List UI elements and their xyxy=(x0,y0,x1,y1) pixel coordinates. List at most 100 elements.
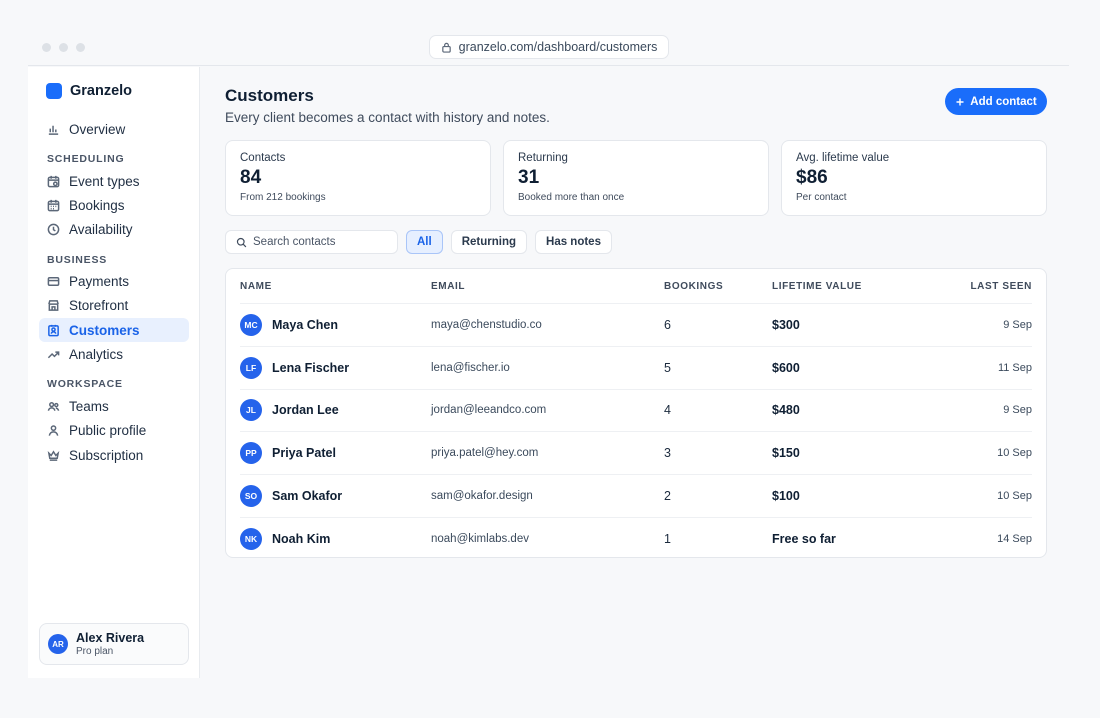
main-content: Customers Every client becomes a contact… xyxy=(225,86,1047,558)
customer-name[interactable]: Noah Kim xyxy=(272,532,330,546)
section-label-workspace: WORKSPACE xyxy=(47,378,123,391)
users-icon xyxy=(47,402,60,411)
table-row[interactable]: PP Priya Patel priya.patel@hey.com 3 $15… xyxy=(240,431,1032,474)
sidebar-item-label: Analytics xyxy=(69,346,124,362)
section-label-scheduling: SCHEDULING xyxy=(47,153,125,165)
customer-email: priya.patel@hey.com xyxy=(431,447,539,460)
customer-name[interactable]: Maya Chen xyxy=(272,318,338,332)
sidebar-item-label: Bookings xyxy=(69,197,125,213)
clock-icon xyxy=(47,223,60,236)
customer-bookings: 4 xyxy=(664,403,671,418)
filter-chip-all[interactable]: All xyxy=(406,230,443,254)
customer-email: sam@okafor.design xyxy=(431,490,533,503)
sidebar-item-public-profile[interactable]: Public profile xyxy=(39,419,189,443)
filter-chip-returning[interactable]: Returning xyxy=(450,230,528,254)
sidebar-item-event-types[interactable]: Event types xyxy=(39,169,189,193)
calendar-clock-icon xyxy=(47,175,60,187)
sidebar-item-teams[interactable]: Teams xyxy=(39,394,189,418)
customer-cell: NK Noah Kim xyxy=(240,527,330,550)
address-bar[interactable]: granzelo.com/dashboard/customers xyxy=(429,35,669,59)
add-contact-button[interactable]: Add contact xyxy=(945,88,1047,115)
sidebar-item-label: Payments xyxy=(69,274,130,290)
search-input[interactable] xyxy=(253,236,393,248)
filter-chip-has-notes[interactable]: Has notes xyxy=(535,230,612,254)
column-header-lifetime-value[interactable]: LIFETIME VALUE xyxy=(772,281,862,292)
customer-cell: LF Lena Fischer xyxy=(240,356,349,379)
column-header-last-seen[interactable]: LAST SEEN xyxy=(970,281,1032,292)
lock-icon xyxy=(441,42,451,53)
table-row[interactable]: JL Jordan Lee jordan@leeandco.com 4 $480… xyxy=(240,388,1032,432)
stat-card-lifetime-value: Avg. lifetime value $86 Per contact xyxy=(781,140,1047,216)
customer-bookings: 5 xyxy=(664,360,671,375)
customer-cell: PP Priya Patel xyxy=(240,442,336,465)
window-dot[interactable] xyxy=(76,43,85,52)
window-dot[interactable] xyxy=(59,43,68,52)
credit-card-icon xyxy=(47,277,60,287)
avatar: MC xyxy=(240,313,262,336)
customer-name[interactable]: Priya Patel xyxy=(272,446,336,460)
customer-name[interactable]: Lena Fischer xyxy=(272,361,349,375)
customer-lifetime-value: $300 xyxy=(772,317,800,332)
stat-label: Contacts xyxy=(240,152,286,164)
user-info: Alex Rivera Pro plan xyxy=(76,631,144,657)
sidebar-item-label: Teams xyxy=(69,398,109,414)
customer-email: noah@kimlabs.dev xyxy=(431,532,529,545)
customer-lifetime-value: $480 xyxy=(772,403,800,418)
customer-bookings: 1 xyxy=(664,531,671,546)
customer-last-seen: 9 Sep xyxy=(1003,404,1032,417)
user-card[interactable]: AR Alex Rivera Pro plan xyxy=(39,623,189,665)
sidebar-item-customers[interactable]: Customers xyxy=(39,318,189,343)
sidebar-item-availability[interactable]: Availability xyxy=(39,218,189,242)
sidebar-item-bookings[interactable]: Bookings xyxy=(39,193,189,217)
sidebar-item-storefront[interactable]: Storefront xyxy=(39,294,189,318)
table-row[interactable]: LF Lena Fischer lena@fischer.io 5 $600 1… xyxy=(240,345,1032,389)
customer-lifetime-value: Free so far xyxy=(772,531,836,546)
customer-cell: MC Maya Chen xyxy=(240,313,338,336)
customer-cell: JL Jordan Lee xyxy=(240,399,339,422)
customer-bookings: 2 xyxy=(664,489,671,504)
customers-table: NAME EMAIL BOOKINGS LIFETIME VALUE LAST … xyxy=(225,268,1047,558)
url-text: granzelo.com/dashboard/customers xyxy=(458,40,658,54)
table-row[interactable]: MC Maya Chen maya@chenstudio.co 6 $300 9… xyxy=(240,303,1032,346)
customer-name[interactable]: Jordan Lee xyxy=(272,403,339,417)
sidebar-item-analytics[interactable]: Analytics xyxy=(39,342,189,366)
brand[interactable]: Granzelo xyxy=(46,83,132,99)
stat-note: Per contact xyxy=(796,192,847,203)
customer-last-seen: 9 Sep xyxy=(1003,318,1032,331)
column-header-email[interactable]: EMAIL xyxy=(431,281,465,292)
calendar-icon xyxy=(47,199,60,212)
contact-card-icon xyxy=(48,324,59,337)
sidebar-item-payments[interactable]: Payments xyxy=(39,270,189,294)
avatar: SO xyxy=(240,485,262,508)
page-subtitle: Every client becomes a contact with hist… xyxy=(225,110,550,125)
user-plan: Pro plan xyxy=(76,646,114,657)
avatar: AR xyxy=(48,634,68,654)
table-row[interactable]: NK Noah Kim noah@kimlabs.dev 1 Free so f… xyxy=(240,516,1032,560)
search-box[interactable] xyxy=(225,230,398,254)
column-header-name[interactable]: NAME xyxy=(240,281,272,292)
trending-up-icon xyxy=(47,351,60,359)
customer-last-seen: 10 Sep xyxy=(997,490,1032,503)
avatar: LF xyxy=(240,356,262,379)
customer-last-seen: 10 Sep xyxy=(997,447,1032,460)
customer-last-seen: 14 Sep xyxy=(997,532,1032,545)
table-header: NAME EMAIL BOOKINGS LIFETIME VALUE LAST … xyxy=(226,269,1046,303)
customer-email: jordan@leeandco.com xyxy=(431,404,547,417)
sidebar-item-overview[interactable]: Overview xyxy=(39,117,189,141)
table-row[interactable]: SO Sam Okafor sam@okafor.design 2 $100 1… xyxy=(240,474,1032,517)
user-name: Alex Rivera xyxy=(76,631,145,645)
window-dot[interactable] xyxy=(42,43,51,52)
sidebar-item-subscription[interactable]: Subscription xyxy=(39,443,189,467)
stat-card-returning: Returning 31 Booked more than once xyxy=(503,140,769,216)
column-header-bookings[interactable]: BOOKINGS xyxy=(664,281,723,292)
customer-lifetime-value: $150 xyxy=(772,446,800,461)
customer-bookings: 3 xyxy=(664,446,671,461)
stat-card-contacts: Contacts 84 From 212 bookings xyxy=(225,140,491,216)
avatar: NK xyxy=(240,527,262,550)
sidebar-nav: Overview SCHEDULING Event types Bookings… xyxy=(39,117,189,467)
customer-bookings: 6 xyxy=(664,317,671,332)
customer-name[interactable]: Sam Okafor xyxy=(272,489,342,503)
search-icon xyxy=(236,237,247,247)
add-contact-label: Add contact xyxy=(970,95,1037,108)
brand-logo-icon xyxy=(46,83,62,99)
